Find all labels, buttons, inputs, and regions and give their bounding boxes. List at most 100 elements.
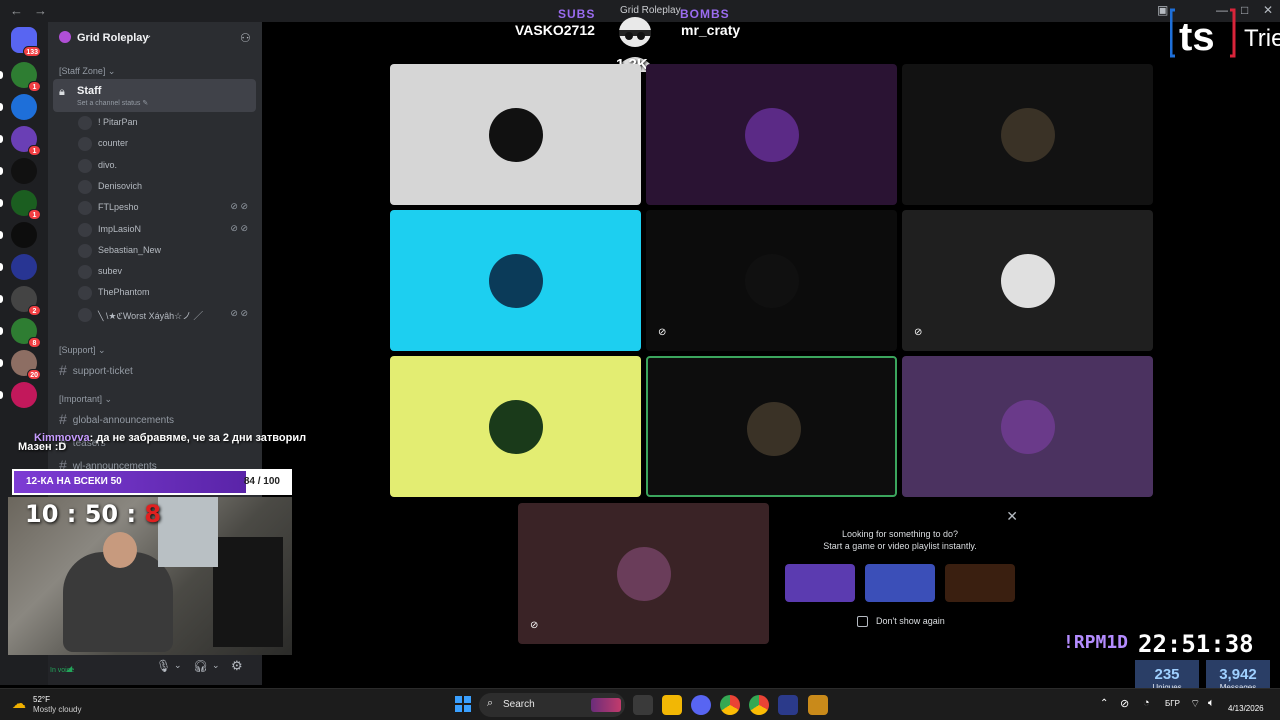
server-unread-pill — [0, 327, 3, 335]
subs-label: SUBS — [558, 7, 596, 21]
server-icon-server-1[interactable]: 1 — [11, 62, 41, 92]
tile-phantom[interactable] — [902, 356, 1153, 497]
avatar — [78, 158, 92, 173]
windows-start-icon[interactable] — [455, 696, 471, 712]
server-icon-server-3[interactable]: 1 — [11, 126, 41, 156]
server-icon-server-10[interactable]: 20 — [11, 350, 41, 380]
channel-global-announcements[interactable]: # global-announcements — [59, 411, 174, 427]
latest-sub-name: VASKO2712 — [515, 22, 595, 38]
dont-show-again-checkbox[interactable] — [857, 616, 868, 627]
discord-icon[interactable] — [691, 695, 711, 715]
voice-channel-staff[interactable]: 🔒︎ Staff Set a channel status ✎ — [53, 79, 256, 112]
chat-overlay-line-2: Мазен :D — [18, 441, 67, 453]
settings-gear-icon[interactable]: ⚙ — [231, 658, 243, 674]
voice-user-row[interactable]: Denisovich — [78, 178, 254, 196]
network-icon[interactable]: ⊘ — [1120, 697, 1129, 710]
unread-badge: 8 — [28, 337, 41, 348]
activity-land-io[interactable] — [945, 564, 1015, 602]
server-icon-server-11[interactable] — [11, 382, 37, 408]
tile-skull-laurel-2[interactable] — [646, 356, 897, 497]
streamer-head — [103, 532, 137, 568]
speaker-icon[interactable]: 🔈︎ — [1208, 697, 1215, 710]
tile-pitarpan[interactable] — [390, 64, 641, 205]
microphone-icon[interactable]: 🎙︎ — [156, 659, 171, 673]
muted-icon: ⊘ — [530, 620, 539, 631]
tile-soldier[interactable]: ⊘ — [646, 210, 897, 351]
back-arrow-icon[interactable]: ← — [10, 3, 23, 18]
user-panel: ◢ In voice 🎙︎ ⌄ 🎧︎ ⌄ ⚙ — [48, 654, 262, 685]
file-explorer-icon[interactable] — [662, 695, 682, 715]
avatar — [78, 243, 92, 258]
task-view-icon[interactable] — [633, 695, 653, 715]
forward-arrow-icon[interactable]: → — [34, 3, 47, 18]
tile-denisovich[interactable] — [390, 210, 641, 351]
muted-icon: ⊘ — [914, 327, 923, 338]
voice-user-row[interactable]: Sebastian_New — [78, 242, 254, 260]
muted-deafened-icon: ⊘ ⊘ — [230, 222, 248, 233]
voice-user-row[interactable]: subev — [78, 263, 254, 281]
chrome-profile-icon[interactable] — [749, 695, 769, 715]
voice-user-row[interactable]: divo. — [78, 157, 254, 175]
goal-label: 12-КА НА ВСЕКИ 50 — [26, 476, 122, 487]
voice-user-row[interactable]: ! PitarPan — [78, 114, 254, 132]
app-icon-game[interactable] — [808, 695, 828, 715]
tile-ninja[interactable]: ⊘ — [518, 503, 769, 644]
latest-bomb-name: mr_craty — [681, 22, 741, 38]
close-icon[interactable]: ✕ — [1006, 508, 1018, 525]
category-support[interactable]: [Support] ⌄ — [59, 345, 106, 356]
audio-options-chevron-icon[interactable]: ⌄ — [212, 660, 220, 671]
server-unread-pill — [0, 391, 3, 399]
wifi-icon[interactable]: ⌔ — [1190, 697, 1200, 711]
inbox-icon[interactable]: ▣ — [1157, 3, 1168, 17]
tile-kick[interactable] — [390, 356, 641, 497]
avatar — [78, 307, 92, 322]
voice-user-row[interactable]: counter — [78, 135, 254, 153]
taskbar-search[interactable]: ⌕ Search — [479, 693, 625, 717]
server-icon-server-9[interactable]: 8 — [11, 318, 41, 348]
server-icon-direct-messages[interactable]: 133 — [11, 27, 41, 57]
tray-chevron-icon[interactable]: ⌃ — [1100, 698, 1108, 709]
taskbar-date[interactable]: 4/13/2026 — [1228, 704, 1264, 713]
server-header[interactable]: Grid Roleplay ⌄ ⚇ — [48, 22, 262, 54]
server-icon-server-8[interactable]: 2 — [11, 286, 41, 316]
tile-counter[interactable] — [646, 64, 897, 205]
tray-app-icon[interactable]: ◔ — [1143, 697, 1150, 709]
voice-user-row[interactable]: ImpLasioN ⊘ ⊘ — [78, 221, 254, 239]
participant-avatar — [489, 108, 543, 162]
participant-avatar — [747, 402, 801, 456]
activity-subtitle: Start a game or video playlist instantly… — [823, 541, 977, 551]
activity-know-what-i-meme[interactable] — [865, 564, 935, 602]
server-unread-pill — [0, 199, 3, 207]
category-important[interactable]: [Important] ⌄ — [59, 394, 112, 405]
channel-status[interactable]: Set a channel status ✎ — [77, 99, 148, 107]
server-icon-server-5[interactable]: 1 — [11, 190, 41, 220]
unread-badge: 1 — [28, 209, 41, 220]
headphones-icon[interactable]: 🎧︎ — [193, 659, 208, 673]
category-staff-zone[interactable]: [Staff Zone] ⌄ — [59, 66, 115, 77]
add-member-icon[interactable]: ⚇ — [240, 31, 251, 45]
weather-cloud-icon[interactable]: ☁ — [12, 695, 26, 712]
stream-clock: 22:51:38 — [1138, 630, 1254, 658]
avatar — [78, 179, 92, 194]
weather-temp[interactable]: 52°F — [33, 695, 50, 704]
server-icon-server-4[interactable] — [11, 158, 37, 184]
tile-skull-laurel[interactable] — [902, 64, 1153, 205]
server-icon-server-6[interactable] — [11, 222, 37, 248]
activity-mission-control[interactable] — [785, 564, 855, 602]
voice-user-row[interactable]: ThePhantom — [78, 284, 254, 302]
chrome-icon[interactable] — [720, 695, 740, 715]
input-language[interactable]: БГР — [1165, 699, 1180, 708]
server-boost-icon — [59, 31, 71, 43]
voice-user-name: Denisovich — [98, 180, 143, 191]
goal-count: 84 / 100 — [243, 476, 280, 487]
voice-user-row[interactable]: ╲ \★ℭWorst Xáyâh☆ノ ╱ ⊘ ⊘ — [78, 306, 254, 324]
app-icon-diamond[interactable] — [778, 695, 798, 715]
tile-masked[interactable]: ⊘ — [902, 210, 1153, 351]
server-icon-server-2[interactable] — [11, 94, 37, 120]
voice-user-row[interactable]: FTLpesho ⊘ ⊘ — [78, 199, 254, 217]
voice-user-name: counter — [98, 138, 129, 149]
channel-support-ticket[interactable]: # support-ticket — [59, 362, 133, 378]
weather-description[interactable]: Mostly cloudy — [33, 705, 81, 714]
mic-options-chevron-icon[interactable]: ⌄ — [174, 660, 182, 671]
server-icon-server-7[interactable] — [11, 254, 37, 280]
